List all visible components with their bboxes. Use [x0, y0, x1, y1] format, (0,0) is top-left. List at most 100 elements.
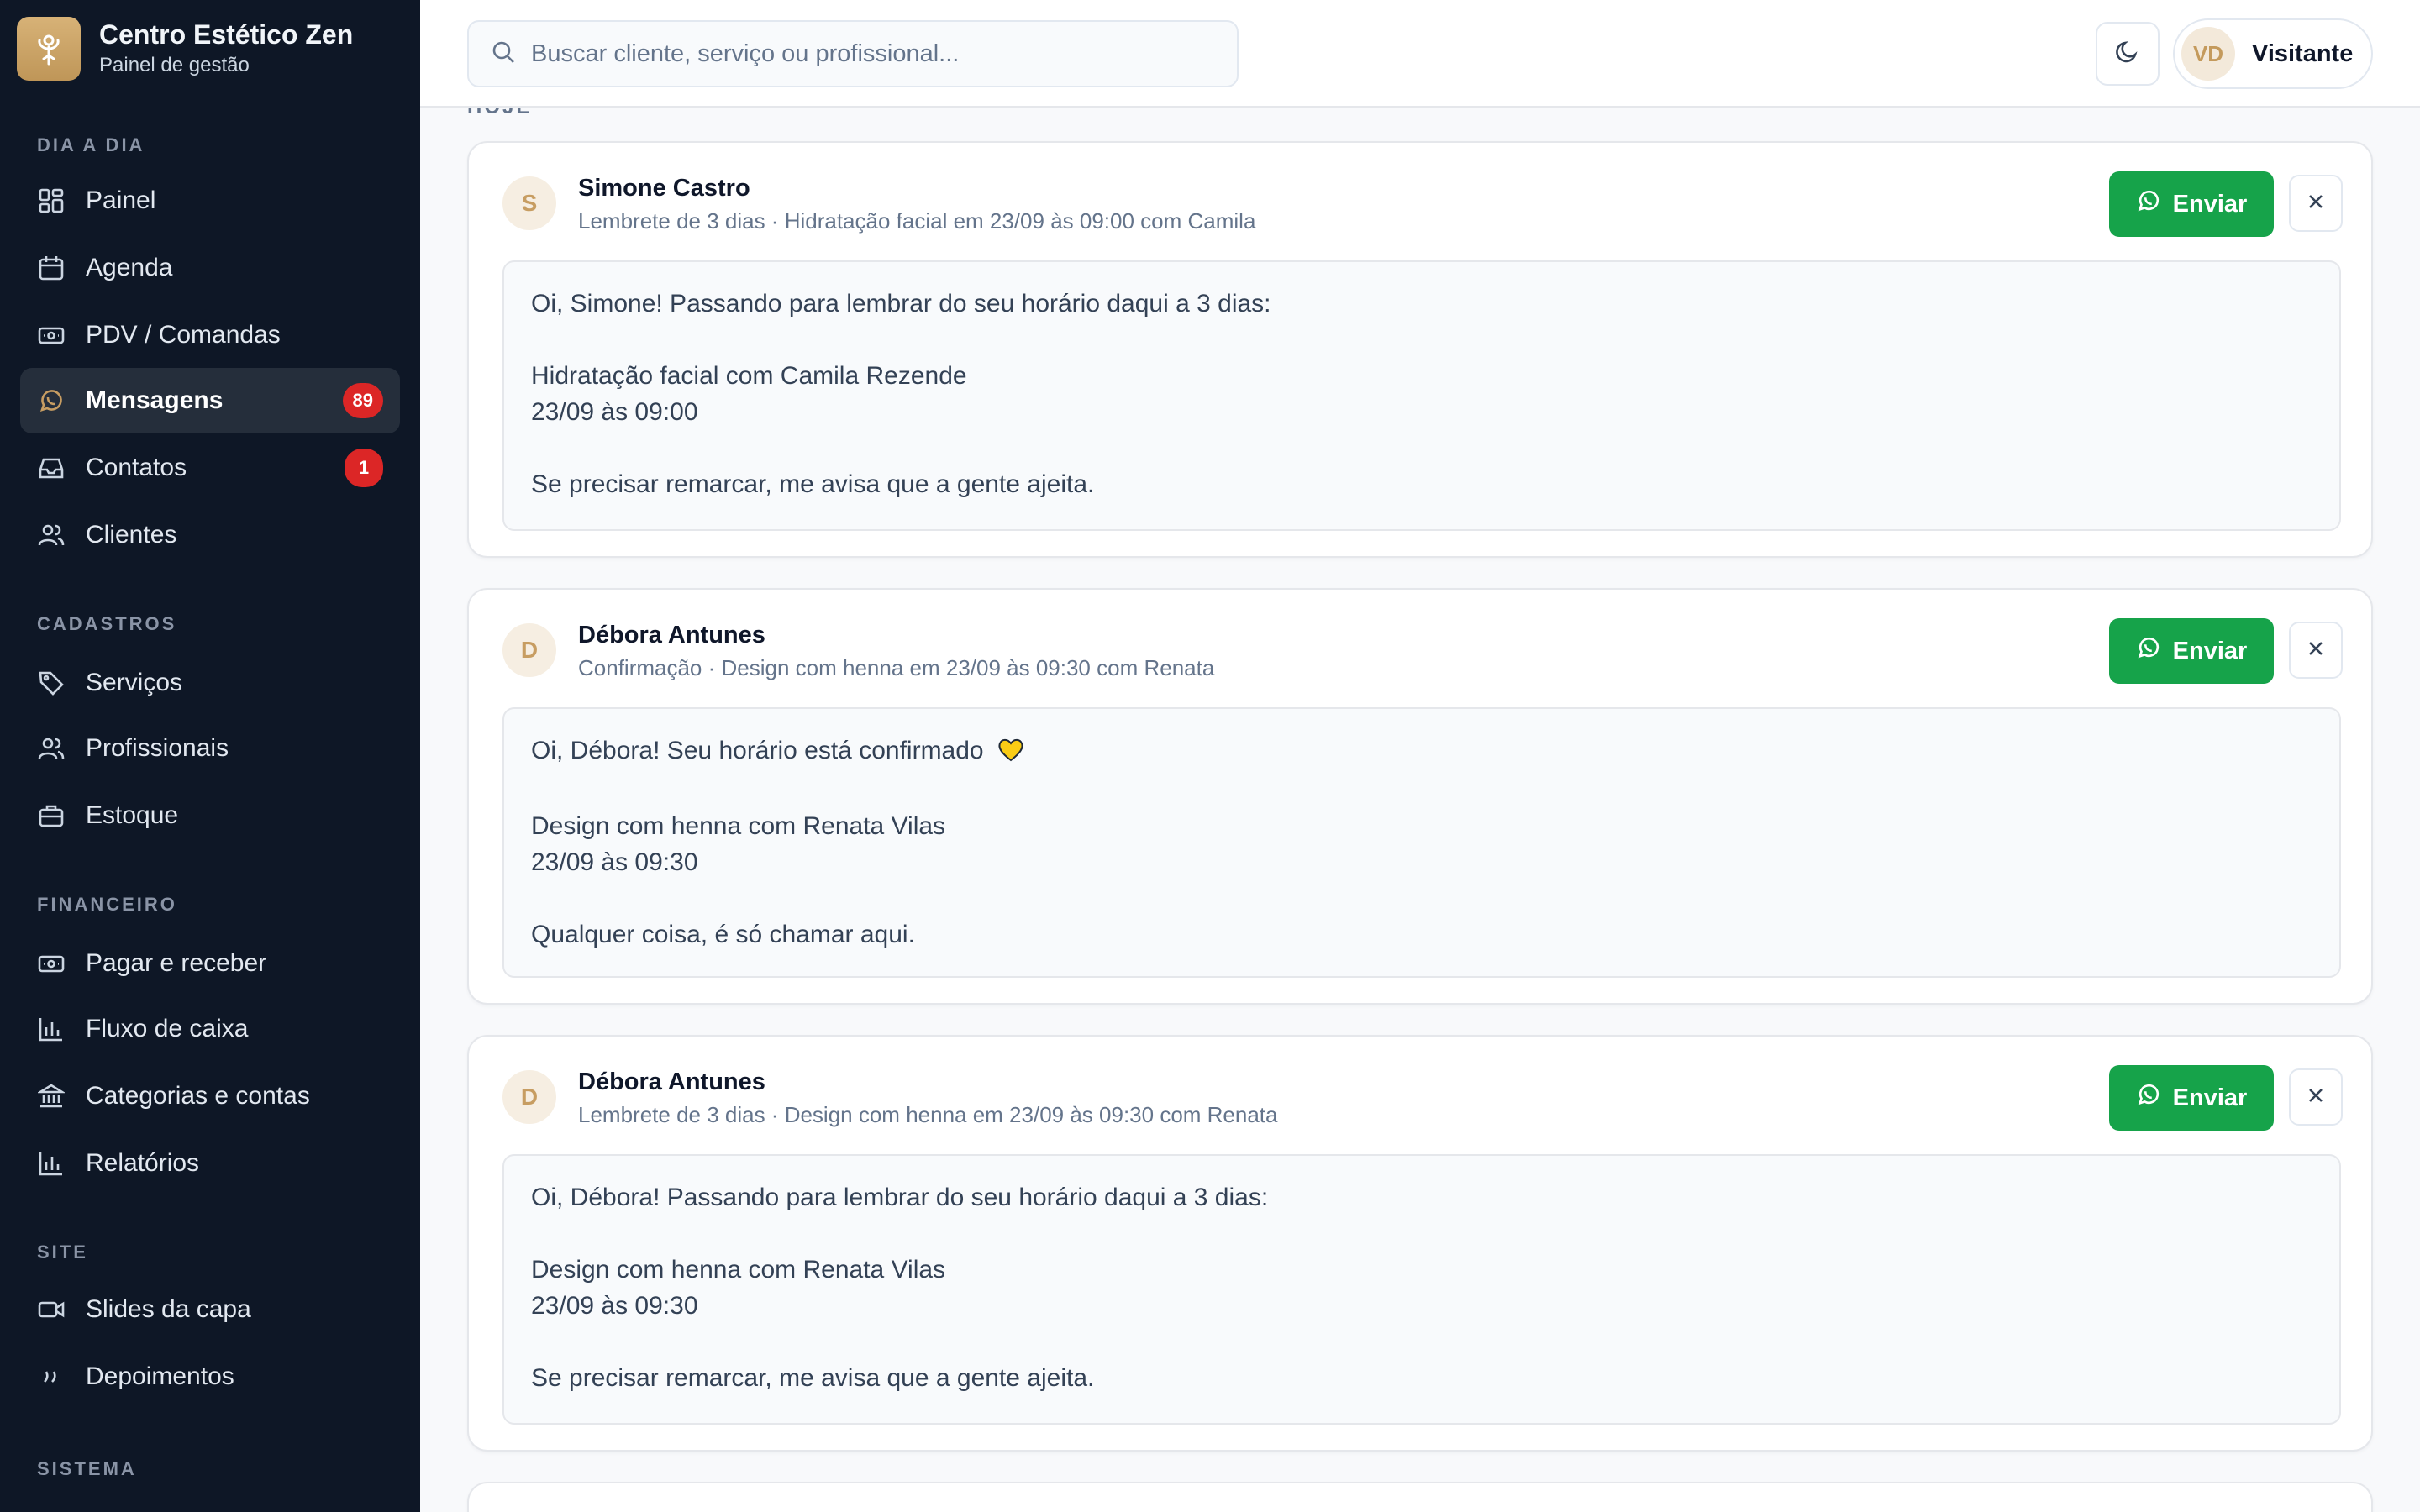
sidebar-item-label: Relatórios	[86, 1149, 200, 1177]
message-card	[467, 1482, 2373, 1512]
sidebar-item-label: PDV / Comandas	[86, 321, 281, 349]
sidebar-item-estoque[interactable]: Estoque	[20, 783, 400, 848]
nav-section-site: SITE	[37, 1242, 88, 1263]
inbox-icon	[37, 454, 66, 482]
send-button-label: Enviar	[2172, 1084, 2248, 1111]
client-name: Simone Castro	[578, 175, 750, 202]
client-name: Débora Antunes	[578, 622, 765, 648]
message-line: Hidratação facial com Camila Rezende	[531, 362, 967, 390]
whatsapp-icon	[2136, 188, 2161, 220]
moon-icon	[2113, 38, 2142, 71]
whatsapp-icon	[2136, 635, 2161, 667]
message-line: 23/09 às 09:30	[531, 1292, 698, 1320]
avatar: D	[502, 623, 556, 677]
sidebar-item-label: Slides da capa	[86, 1295, 251, 1323]
whatsapp-icon	[2136, 1082, 2161, 1114]
sidebar-item-label: Contatos	[86, 454, 187, 481]
video-icon	[37, 1295, 66, 1324]
sidebar-item-painel[interactable]: Painel	[20, 168, 400, 234]
avatar: D	[502, 1070, 556, 1124]
sidebar: Centro Estético Zen Painel de gestão DIA…	[0, 0, 420, 1512]
close-icon	[2306, 192, 2326, 216]
message-meta: Lembrete de 3 dias · Hidratação facial e…	[578, 208, 1256, 234]
message-line: Qualquer coisa, é só chamar aqui.	[531, 921, 915, 948]
dismiss-button[interactable]	[2289, 622, 2343, 679]
message-preview: Oi, Simone! Passando para lembrar do seu…	[502, 260, 2341, 531]
sidebar-item-label: Agenda	[86, 254, 173, 281]
sidebar-item-categorias-e-contas[interactable]: Categorias e contas	[20, 1063, 400, 1129]
sidebar-item-relatorios[interactable]: Relatórios	[20, 1131, 400, 1196]
users-icon	[37, 734, 66, 763]
sidebar-item-pagar-e-receber[interactable]: Pagar e receber	[20, 931, 400, 996]
nav-section-dia-a-dia: DIA A DIA	[37, 134, 145, 155]
users-icon	[37, 521, 66, 549]
message-line-text: Oi, Débora! Seu horário está confirmado	[531, 737, 984, 764]
sidebar-item-agenda[interactable]: Agenda	[20, 235, 400, 301]
sidebar-item-fluxo-de-caixa[interactable]: Fluxo de caixa	[20, 996, 400, 1062]
heart-icon	[997, 736, 1024, 772]
sidebar-item-contatos[interactable]: Contatos 1	[20, 435, 400, 501]
search-input[interactable]	[531, 39, 1220, 68]
bar-chart-icon	[37, 1149, 66, 1178]
message-line: Design com henna com Renata Vilas	[531, 812, 946, 840]
tag-icon	[37, 669, 66, 697]
message-line: Oi, Débora! Passando para lembrar do seu…	[531, 1184, 1269, 1211]
cash-icon	[37, 321, 66, 349]
message-line: Oi, Simone! Passando para lembrar do seu…	[531, 290, 1271, 318]
message-preview: Oi, Débora! Passando para lembrar do seu…	[502, 1154, 2341, 1425]
close-icon	[2306, 638, 2326, 663]
message-card: S Simone Castro Lembrete de 3 dias · Hid…	[467, 141, 2373, 558]
search-bar[interactable]	[467, 20, 1239, 87]
sidebar-item-slides-da-capa[interactable]: Slides da capa	[20, 1277, 400, 1342]
sidebar-item-label: Categorias e contas	[86, 1082, 310, 1110]
user-menu-button[interactable]: VD Visitante	[2173, 18, 2373, 89]
send-button[interactable]: Enviar	[2109, 618, 2274, 684]
sidebar-item-clientes[interactable]: Clientes	[20, 502, 400, 568]
avatar: VD	[2181, 27, 2235, 81]
sidebar-item-profissionais[interactable]: Profissionais	[20, 716, 400, 781]
send-button-label: Enviar	[2172, 190, 2248, 218]
sidebar-item-label: Painel	[86, 186, 156, 214]
user-name: Visitante	[2252, 39, 2354, 67]
search-icon	[491, 39, 516, 69]
unread-count-badge: 89	[342, 383, 383, 418]
brand-title: Centro Estético Zen	[99, 19, 354, 50]
bank-icon	[37, 1082, 66, 1110]
client-name: Débora Antunes	[578, 1068, 765, 1095]
contacts-count-badge: 1	[345, 449, 383, 487]
cash-icon	[37, 949, 66, 978]
quote-icon	[37, 1362, 66, 1391]
top-header: VD Visitante	[420, 0, 2420, 108]
brand[interactable]: Centro Estético Zen Painel de gestão	[17, 17, 353, 81]
theme-toggle-button[interactable]	[2096, 22, 2160, 86]
send-button[interactable]: Enviar	[2109, 171, 2274, 237]
message-line: 23/09 às 09:00	[531, 398, 698, 426]
dismiss-button[interactable]	[2289, 1068, 2343, 1126]
dismiss-button[interactable]	[2289, 175, 2343, 232]
grid-icon	[37, 186, 66, 215]
sidebar-item-mensagens[interactable]: Mensagens 89	[20, 368, 400, 433]
message-preview: Oi, Débora! Seu horário está confirmado …	[502, 707, 2341, 978]
sidebar-item-label: Fluxo de caixa	[86, 1015, 249, 1042]
message-card: D Débora Antunes Lembrete de 3 dias · De…	[467, 1035, 2373, 1452]
sidebar-item-pdv-comandas[interactable]: PDV / Comandas	[20, 302, 400, 368]
sidebar-item-depoimentos[interactable]: Depoimentos	[20, 1344, 400, 1410]
sidebar-item-label: Profissionais	[86, 734, 229, 762]
brand-subtitle: Painel de gestão	[99, 54, 250, 76]
message-card: D Débora Antunes Confirmação · Design co…	[467, 588, 2373, 1005]
message-line: Se precisar remarcar, me avisa que a gen…	[531, 1364, 1095, 1392]
sidebar-item-label: Mensagens	[86, 386, 224, 414]
close-icon	[2306, 1085, 2326, 1110]
nav-section-financeiro: FINANCEIRO	[37, 894, 177, 915]
message-meta: Confirmação · Design com henna em 23/09 …	[578, 655, 1215, 680]
sidebar-item-label: Pagar e receber	[86, 949, 267, 977]
send-button[interactable]: Enviar	[2109, 1065, 2274, 1131]
avatar: S	[502, 176, 556, 230]
sidebar-item-label: Depoimentos	[86, 1362, 234, 1390]
lotus-logo-icon	[17, 17, 81, 81]
sidebar-item-servicos[interactable]: Serviços	[20, 650, 400, 716]
whatsapp-icon	[37, 386, 66, 415]
bar-chart-icon	[37, 1015, 66, 1043]
sidebar-item-label: Clientes	[86, 521, 177, 549]
message-line: Se precisar remarcar, me avisa que a gen…	[531, 470, 1095, 498]
